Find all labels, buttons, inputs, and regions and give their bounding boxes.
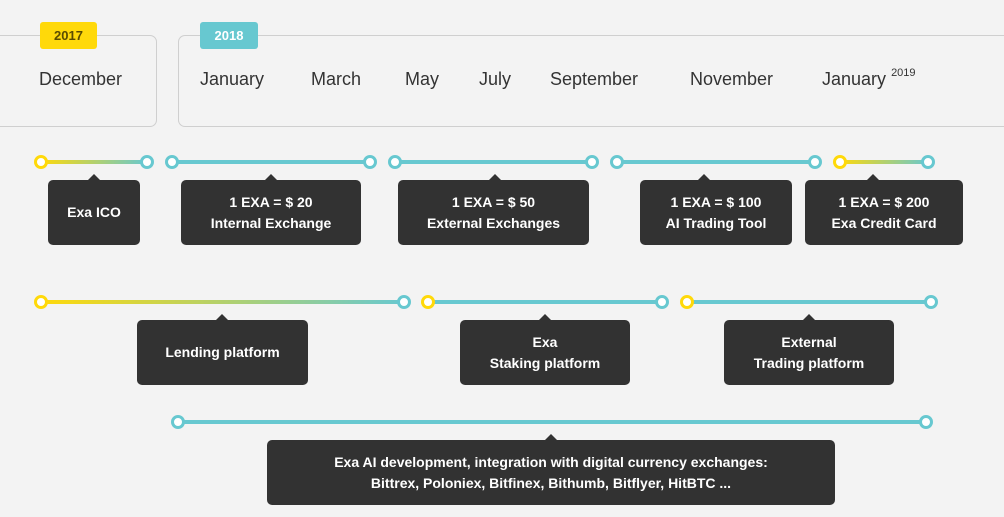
milestone-exa-credit-card: 1 EXA = $ 200 Exa Credit Card	[805, 174, 963, 245]
milestone-ai-development: Exa AI development, integration with dig…	[267, 434, 835, 505]
timeline-segment-internal	[165, 155, 377, 169]
timeline-segment-ai-development	[171, 415, 933, 429]
timeline-segment-external	[388, 155, 599, 169]
segment-line	[839, 160, 929, 164]
end-dot-icon	[397, 295, 411, 309]
end-dot-icon	[585, 155, 599, 169]
month-march: March	[311, 69, 362, 89]
year-superscript: 2019	[891, 67, 916, 79]
timeline-segment-staking	[421, 295, 669, 309]
milestone-ai-trading-tool: 1 EXA = $ 100 AI Trading Tool	[640, 174, 792, 245]
milestone-price: 1 EXA = $ 50	[451, 193, 536, 210]
milestone-lending-platform: Lending platform	[137, 314, 308, 385]
month-september: September	[550, 69, 639, 89]
milestone-price: 1 EXA = $ 100	[670, 193, 762, 210]
start-dot-icon	[165, 155, 179, 169]
start-dot-icon	[388, 155, 402, 169]
timeline-segment-credit-card	[833, 155, 935, 169]
milestone-text: Exa Credit Card	[831, 214, 937, 231]
timeline-segment-trading-platform	[680, 295, 938, 309]
milestone-staking-platform: Exa Staking platform	[460, 314, 630, 385]
start-dot-icon	[34, 155, 48, 169]
month-november: November	[690, 69, 774, 89]
milestone-text: Trading platform	[753, 354, 865, 371]
month-label: January	[822, 69, 887, 89]
end-dot-icon	[808, 155, 822, 169]
milestone-text: Internal Exchange	[210, 214, 332, 231]
end-dot-icon	[140, 155, 154, 169]
end-dot-icon	[921, 155, 935, 169]
month-july: July	[479, 69, 512, 89]
start-dot-icon	[610, 155, 624, 169]
timeline-segment-ico	[34, 155, 154, 169]
milestone-text: Exa AI development, integration with dig…	[334, 453, 768, 470]
segment-line	[394, 160, 593, 164]
year-badge-2017: 2017	[40, 22, 97, 49]
month-may: May	[405, 69, 440, 89]
milestone-price: 1 EXA = $ 200	[838, 193, 930, 210]
segment-line	[616, 160, 816, 164]
milestone-exa-ico: Exa ICO	[48, 174, 140, 245]
milestone-text: External	[781, 333, 837, 350]
year-badge-2018: 2018	[200, 22, 258, 49]
milestone-text: Staking platform	[489, 354, 601, 371]
milestone-text: Exa	[532, 333, 558, 350]
segment-line	[427, 300, 663, 304]
month-january-2019: January 2019	[822, 67, 916, 90]
milestone-text: AI Trading Tool	[665, 214, 767, 231]
month-january: January	[200, 69, 265, 89]
milestone-text: External Exchanges	[426, 214, 561, 231]
segment-line	[40, 300, 405, 304]
segment-line	[40, 160, 148, 164]
milestone-external-trading-platform: External Trading platform	[724, 314, 894, 385]
end-dot-icon	[363, 155, 377, 169]
end-dot-icon	[924, 295, 938, 309]
segment-line	[171, 160, 371, 164]
end-dot-icon	[919, 415, 933, 429]
start-dot-icon	[421, 295, 435, 309]
month-december-2017: December	[39, 69, 123, 89]
milestone-internal-exchange: 1 EXA = $ 20 Internal Exchange	[181, 174, 361, 245]
milestone-text: Bittrex, Poloniex, Bitfinex, Bithumb, Bi…	[370, 474, 732, 491]
start-dot-icon	[833, 155, 847, 169]
milestone-text: Exa ICO	[67, 204, 121, 220]
milestone-external-exchanges: 1 EXA = $ 50 External Exchanges	[398, 174, 589, 245]
timeline-segment-ai-tool	[610, 155, 822, 169]
milestone-price: 1 EXA = $ 20	[229, 193, 313, 210]
milestone-text: Lending platform	[165, 344, 280, 360]
segment-line	[686, 300, 932, 304]
start-dot-icon	[34, 295, 48, 309]
timeline-segment-lending	[34, 295, 411, 309]
end-dot-icon	[655, 295, 669, 309]
start-dot-icon	[171, 415, 185, 429]
segment-line	[177, 420, 927, 424]
start-dot-icon	[680, 295, 694, 309]
